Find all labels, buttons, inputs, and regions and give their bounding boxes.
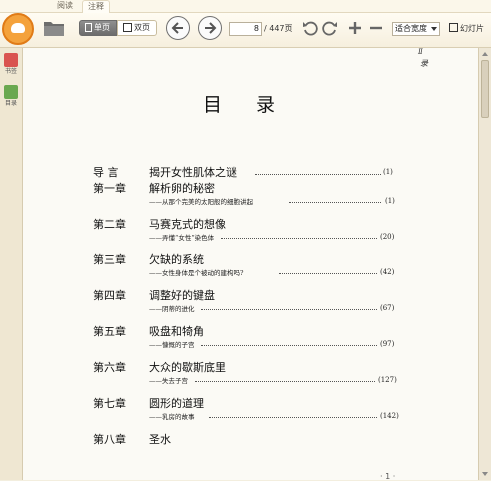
single-page-icon <box>85 23 92 32</box>
page-number-input[interactable]: 8 <box>229 22 262 36</box>
page-ref: (97) <box>380 340 395 348</box>
prev-page-button[interactable] <box>166 16 190 40</box>
sidebar-item-toc[interactable]: 目录 <box>2 85 20 108</box>
scroll-down-icon[interactable] <box>482 472 488 476</box>
chapter-title: 欠缺的系统 <box>149 253 204 266</box>
single-page-button[interactable]: 单页 <box>79 20 117 36</box>
page-title: 目 录 <box>203 94 290 116</box>
page-ref: (42) <box>380 268 395 276</box>
leader-dots <box>209 417 377 418</box>
document-page: Ⅱ 录 目 录 导 言 揭开女性肌体之谜 (1) 第一章 解析卵的秘密 ——从那… <box>23 48 478 481</box>
slideshow-icon <box>449 23 458 32</box>
chapter-subtitle: ——慷慨的子宫 <box>149 341 195 349</box>
scroll-thumb[interactable] <box>481 60 489 118</box>
page-ref: (1) <box>385 197 395 205</box>
bookmark-icon <box>4 53 18 67</box>
chapter-title: 揭开女性肌体之谜 <box>149 166 237 179</box>
leader-dots <box>201 345 377 346</box>
toc-icon <box>4 85 18 99</box>
chapter-number: 第一章 <box>93 182 126 195</box>
chapter-subtitle: ——女性身体是个被动的建构吗? <box>149 269 244 277</box>
chapter-title: 吸盘和犄角 <box>149 325 204 338</box>
reader-window: 阅读 注释 单页 双页 8 / 447页 适合宽度 幻灯片 书签 目录 Ⅱ 录 … <box>0 0 491 481</box>
chapter-subtitle: ——阴蒂的进化 <box>149 305 195 313</box>
page-ref: (67) <box>380 304 395 312</box>
leader-dots <box>255 174 381 175</box>
leader-dots <box>289 202 381 203</box>
slideshow-label: 幻灯片 <box>460 24 484 33</box>
arrow-right-icon <box>205 22 217 34</box>
double-page-icon <box>123 23 132 32</box>
page-ref: (127) <box>378 376 397 384</box>
leader-dots <box>279 273 377 274</box>
chapter-number: 第四章 <box>93 289 126 302</box>
single-page-label: 单页 <box>94 23 110 32</box>
chapter-number: 第八章 <box>93 433 126 446</box>
double-page-label: 双页 <box>134 23 150 32</box>
chevron-down-icon <box>431 27 437 31</box>
slideshow-button[interactable]: 幻灯片 <box>449 22 484 36</box>
page-ref: (20) <box>380 233 395 241</box>
rotate-right-icon[interactable] <box>322 20 338 36</box>
chapter-number: 第二章 <box>93 218 126 231</box>
left-sidebar: 书签 目录 <box>0 48 23 480</box>
chapter-title: 大众的歇斯底里 <box>149 361 226 374</box>
scroll-up-icon[interactable] <box>482 52 488 56</box>
open-folder-icon[interactable] <box>43 19 65 37</box>
chapter-subtitle: ——弄懂“女性”染色体 <box>149 234 215 242</box>
chapter-number: 第三章 <box>93 253 126 266</box>
leader-dots <box>195 381 375 382</box>
chapter-number: 导 言 <box>93 166 119 179</box>
double-page-button[interactable]: 双页 <box>117 20 157 36</box>
chapter-number: 第六章 <box>93 361 126 374</box>
leader-dots <box>201 309 377 310</box>
chapter-subtitle: ——失去子宫 <box>149 377 188 385</box>
chapter-number: 第七章 <box>93 397 126 410</box>
chapter-title: 马赛克式的想像 <box>149 218 226 231</box>
page-ref: (1) <box>383 168 393 176</box>
sidebar-item-bookmarks[interactable]: 书签 <box>2 53 20 76</box>
tab-bar: 阅读 注释 <box>0 0 491 13</box>
zoom-value: 适合宽度 <box>395 24 427 33</box>
chapter-title: 圆形的道理 <box>149 397 204 410</box>
tab-read[interactable]: 阅读 <box>52 0 78 12</box>
app-logo-icon[interactable] <box>2 13 34 45</box>
page-ref: (142) <box>380 412 399 420</box>
zoom-out-icon[interactable] <box>368 20 384 36</box>
sidebar-item-label: 目录 <box>4 100 17 107</box>
page-header-mark: Ⅱ <box>418 48 423 56</box>
page-header-char: 录 <box>420 59 428 68</box>
chapter-title: 调整好的键盘 <box>149 289 215 302</box>
sidebar-item-label: 书签 <box>4 68 17 75</box>
zoom-select[interactable]: 适合宽度 <box>392 22 440 36</box>
chapter-number: 第五章 <box>93 325 126 338</box>
chapter-subtitle: ——乳房的故事 <box>149 413 195 421</box>
vertical-scrollbar[interactable] <box>478 48 491 480</box>
total-pages: / 447页 <box>264 24 293 33</box>
tab-annotate[interactable]: 注释 <box>82 0 110 13</box>
leader-dots <box>221 238 377 239</box>
rotate-left-icon[interactable] <box>302 20 318 36</box>
arrow-left-icon <box>171 22 183 34</box>
chapter-title: 解析卵的秘密 <box>149 182 215 195</box>
zoom-in-icon[interactable] <box>347 20 363 36</box>
chapter-title: 圣水 <box>149 433 171 446</box>
chapter-subtitle: ——从那个完美的太阳般的细胞讲起 <box>149 198 253 206</box>
toolbar: 单页 双页 8 / 447页 适合宽度 幻灯片 <box>0 13 491 48</box>
next-page-button[interactable] <box>198 16 222 40</box>
